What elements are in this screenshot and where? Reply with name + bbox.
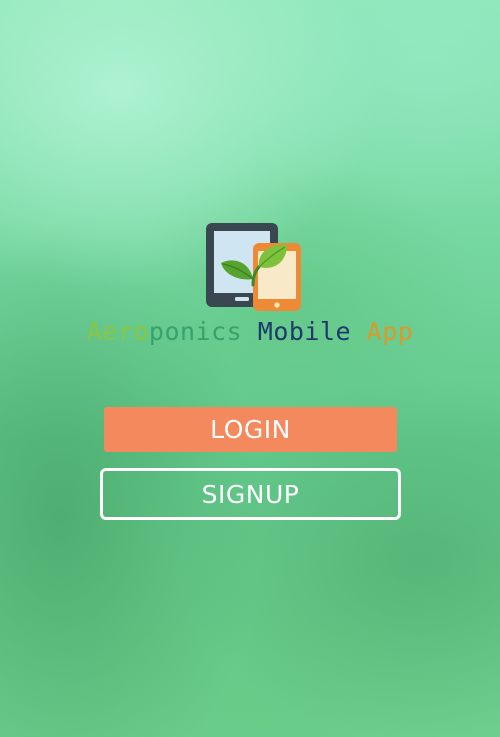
app-title-part: ponics bbox=[148, 317, 243, 346]
app-title-part: App bbox=[366, 317, 414, 346]
app-logo-icon bbox=[206, 223, 301, 311]
blurred-plant-background bbox=[0, 0, 500, 737]
app-title-part bbox=[242, 317, 258, 346]
signup-button[interactable]: SIGNUP bbox=[100, 468, 401, 520]
app-title-part bbox=[351, 317, 367, 346]
app-title: Aeroponics Mobile App bbox=[0, 312, 500, 352]
login-button[interactable]: LOGIN bbox=[104, 407, 397, 452]
app-title-part: Aero bbox=[86, 317, 149, 346]
app-title-part: Mobile bbox=[257, 317, 352, 346]
